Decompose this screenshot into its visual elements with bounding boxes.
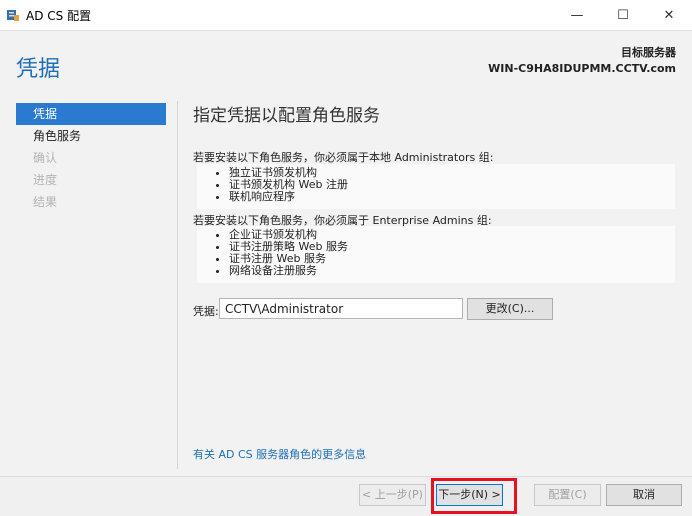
nav-divider [177,101,178,469]
change-credentials-button[interactable]: 更改(C)... [467,298,553,320]
maximize-button[interactable]: ☐ [600,0,646,30]
title-bar: AD CS 配置 — ☐ ✕ [0,0,692,30]
admins-group-intro: 若要安装以下角色服务，你必须属于本地 Administrators 组: [193,151,494,164]
more-info-link[interactable]: 有关 AD CS 服务器角色的更多信息 [193,446,366,462]
close-button[interactable]: ✕ [646,0,692,30]
nav-item-role-services[interactable]: 角色服务 [16,125,166,147]
credential-field[interactable]: CCTV\Administrator [219,298,463,319]
page-title: 凭据 [16,57,61,82]
admins-role-list: 独立证书颁发机构 证书颁发机构 Web 注册 联机响应程序 [197,164,675,209]
server-manager-icon [7,10,19,21]
wizard-nav: 凭据 角色服务 确认 进度 结果 [16,103,166,213]
wizard-content: 凭据 目标服务器 WIN-C9HA8IDUPMM.CCTV.com 凭据 角色服… [0,30,692,476]
next-button-highlight [431,478,517,514]
section-title: 指定凭据以配置角色服务 [193,106,380,126]
credential-label: 凭据: [193,305,219,318]
enterprise-role-list: 企业证书颁发机构 证书注册策略 Web 服务 证书注册 Web 服务 网络设备注… [197,226,675,283]
nav-item-results: 结果 [33,195,58,209]
list-item: 证书颁发机构 Web 注册 [229,179,675,191]
list-item: 网络设备注册服务 [229,265,675,277]
destination-server-name: WIN-C9HA8IDUPMM.CCTV.com [488,62,676,75]
window-title: AD CS 配置 [26,9,92,23]
minimize-icon: — [570,7,584,23]
nav-item-progress: 进度 [33,173,58,187]
minimize-button[interactable]: — [554,0,600,30]
nav-item-credentials[interactable]: 凭据 [16,103,166,125]
previous-button[interactable]: < 上一步(P) [359,484,426,506]
destination-server-label: 目标服务器 [621,46,676,59]
list-item: 联机响应程序 [229,191,675,203]
cancel-button[interactable]: 取消 [606,484,682,506]
configure-button[interactable]: 配置(C) [534,484,601,506]
close-icon: ✕ [663,7,675,23]
nav-item-confirmation: 确认 [33,151,58,165]
maximize-icon: ☐ [617,7,629,23]
